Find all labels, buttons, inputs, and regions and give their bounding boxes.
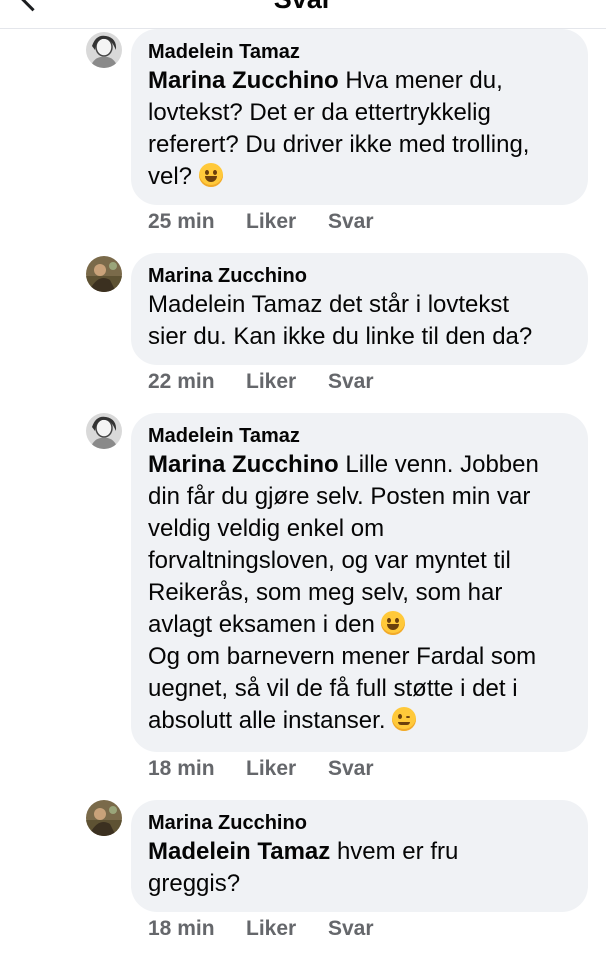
comment-text: Marina Zucchino Lille venn. Jobben din f… — [148, 451, 539, 734]
comment-text: Madelein Tamaz hvem er fru greggis? — [148, 838, 459, 897]
like-button[interactable]: Liker — [246, 210, 296, 234]
comment-bubble: Marina Zucchino Madelein Tamaz hvem er f… — [131, 800, 588, 912]
page-title: Svar — [0, 0, 606, 15]
mention-link[interactable]: Marina Zucchino — [148, 67, 339, 94]
reply-button[interactable]: Svar — [328, 210, 374, 234]
like-button[interactable]: Liker — [246, 757, 296, 781]
grinning-sweat-emoji-icon — [198, 163, 223, 187]
reply-button[interactable]: Svar — [328, 917, 374, 941]
comment-bubble: Marina Zucchino Madelein Tamaz det står … — [131, 253, 588, 365]
avatar-marina-icon[interactable] — [86, 256, 122, 292]
smiley-emoji-icon — [381, 611, 406, 635]
comment-time[interactable]: 22 min — [148, 370, 215, 394]
comment-author[interactable]: Madelein Tamaz — [148, 423, 571, 449]
reply-button[interactable]: Svar — [328, 370, 374, 394]
comment-author[interactable]: Marina Zucchino — [148, 810, 571, 836]
reply-button[interactable]: Svar — [328, 757, 374, 781]
mention-link[interactable]: Marina Zucchino — [148, 451, 339, 478]
like-button[interactable]: Liker — [246, 917, 296, 941]
comment-time[interactable]: 18 min — [148, 917, 215, 941]
comment-text: Madelein Tamaz det står i lovtekst sier … — [148, 291, 533, 350]
comment-time[interactable]: 18 min — [148, 757, 215, 781]
avatar-marina-icon[interactable] — [86, 800, 122, 836]
comment-time[interactable]: 25 min — [148, 210, 215, 234]
comment-text: Marina Zucchino Hva mener du, lovtekst? … — [148, 67, 530, 190]
avatar-madelein-icon[interactable] — [86, 413, 122, 449]
comment-bubble: Madelein Tamaz Marina Zucchino Lille ven… — [131, 413, 588, 752]
comment-bubble: Madelein Tamaz Marina Zucchino Hva mener… — [131, 29, 588, 205]
mention-link[interactable]: Madelein Tamaz — [148, 838, 330, 865]
top-bar: Svar — [0, 0, 606, 29]
like-button[interactable]: Liker — [246, 370, 296, 394]
comment-author[interactable]: Madelein Tamaz — [148, 39, 571, 65]
avatar-madelein-icon[interactable] — [86, 32, 122, 68]
comment-author[interactable]: Marina Zucchino — [148, 263, 571, 289]
wink-emoji-icon — [392, 707, 417, 731]
